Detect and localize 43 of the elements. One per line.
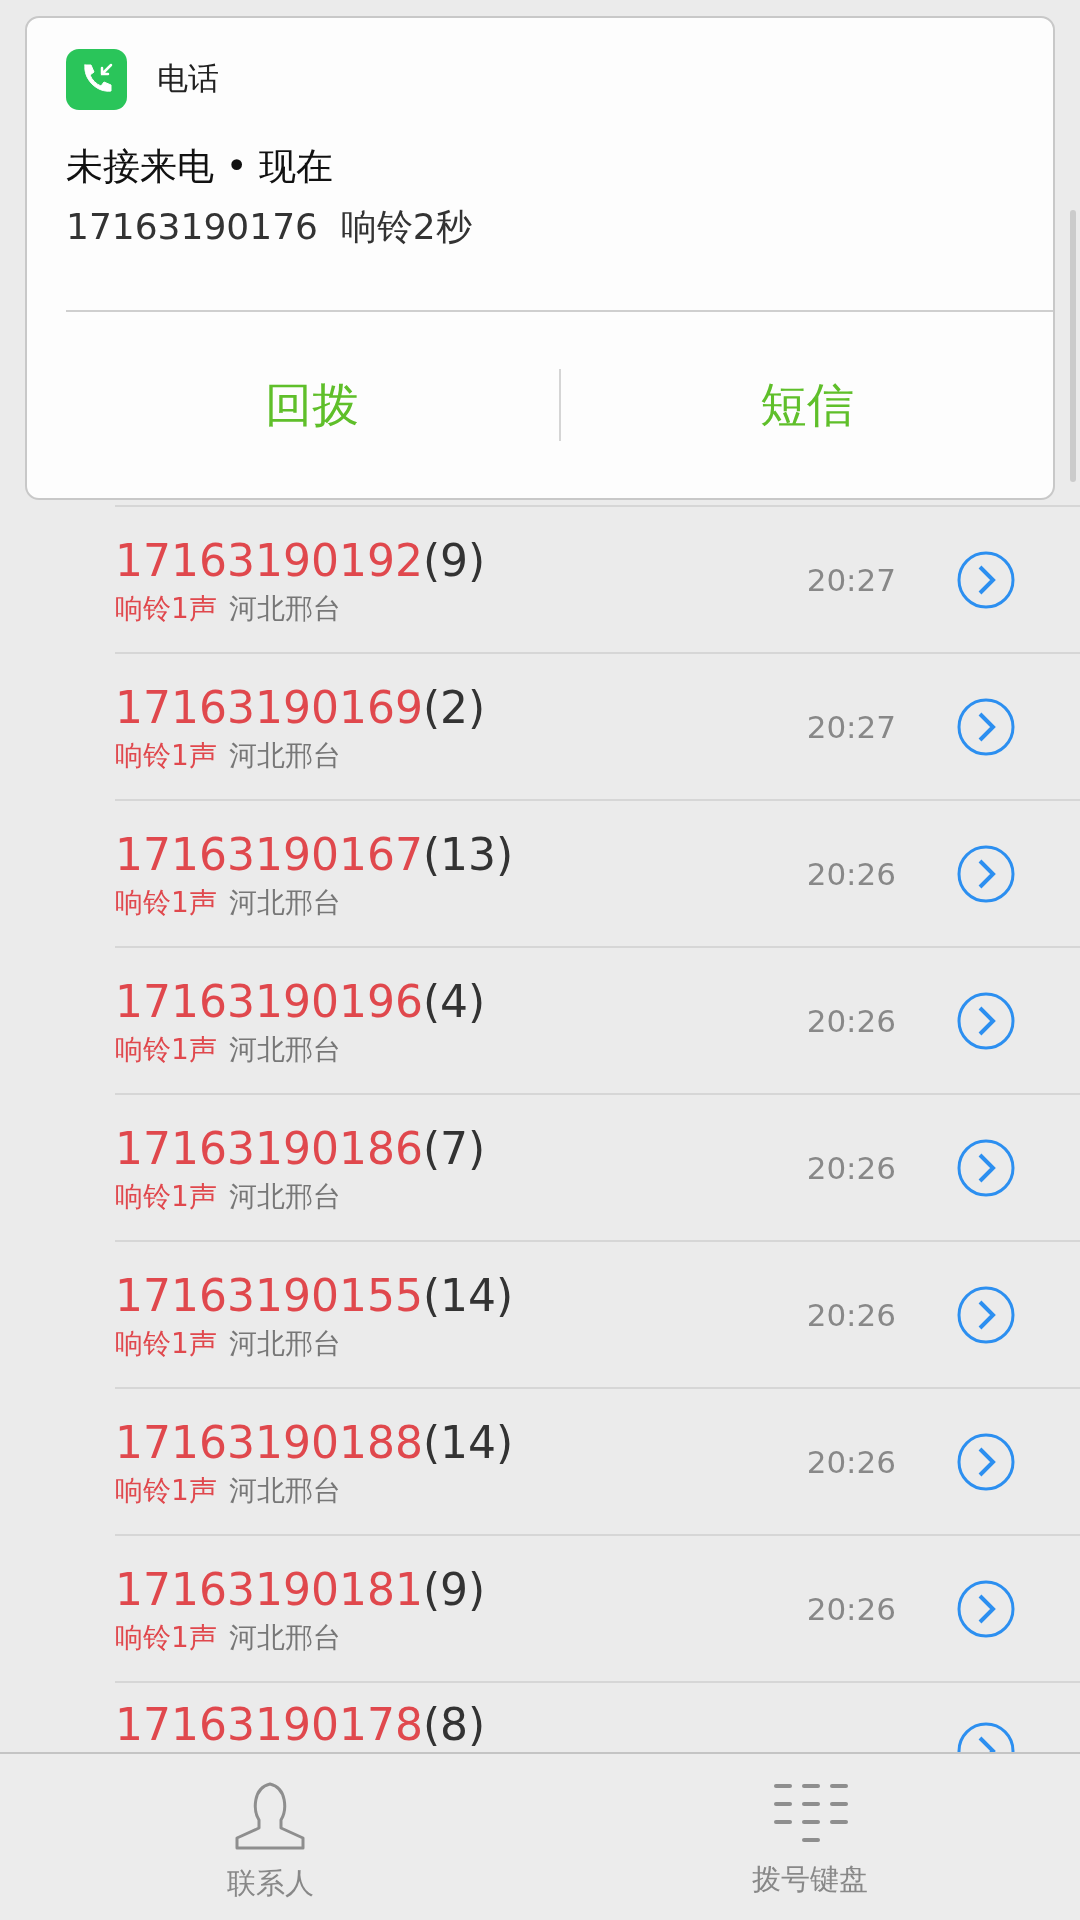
call-location: 河北邢台 — [228, 1031, 341, 1068]
notification-card[interactable]: 电话 未接来电 • 现在 17163190176 响铃2秒 回拨 短信 — [25, 16, 1055, 500]
call-location: 河北邢台 — [228, 590, 341, 627]
call-location: 河北邢台 — [228, 1325, 341, 1362]
call-time: 20:26 — [806, 1002, 896, 1039]
ring-status: 响铃1声 — [115, 1472, 217, 1509]
call-location: 河北邢台 — [228, 737, 341, 774]
phone-number: 17163190169(2) — [115, 680, 487, 735]
notification-action[interactable]: 短信 — [560, 365, 1053, 445]
ring-status: 响铃1声 — [115, 590, 217, 627]
ring-status: 响铃1声 — [115, 737, 217, 774]
call-time: 20:26 — [806, 1590, 896, 1627]
phone-app-icon — [66, 48, 127, 110]
phone-number: 17163190186(7) — [115, 1121, 487, 1176]
call-time: 20:26 — [806, 1443, 896, 1480]
ring-status: 响铃1声 — [115, 1325, 217, 1362]
ring-status: 响铃1声 — [115, 1178, 217, 1215]
notification-body: 17163190176 响铃2秒 — [66, 205, 472, 249]
call-time: 20:26 — [806, 1296, 896, 1333]
call-location: 河北邢台 — [228, 1619, 341, 1656]
phone-number: 17163190196(4) — [115, 974, 487, 1029]
call-location: 河北邢台 — [228, 1472, 341, 1509]
person-icon — [233, 1780, 307, 1852]
call-location: 河北邢台 — [228, 1178, 341, 1215]
call-time: 20:26 — [806, 1149, 896, 1186]
call-time: 20:27 — [806, 561, 896, 598]
phone-number: 17163190167(13) — [115, 827, 515, 882]
phone-number: 17163190188(14) — [115, 1415, 515, 1470]
tab-label[interactable]: 联系人 — [226, 1864, 314, 1904]
call-location: 河北邢台 — [228, 884, 341, 921]
call-time: 20:27 — [806, 708, 896, 745]
phone-number: 17163190181(9) — [115, 1562, 487, 1617]
phone-number: 17163190155(14) — [115, 1268, 515, 1323]
ring-status: 响铃1声 — [115, 1031, 217, 1068]
ring-status: 响铃1声 — [115, 1619, 217, 1656]
ring-status: 响铃1声 — [115, 884, 217, 921]
app-name: 电话 — [157, 59, 219, 98]
notification-title: 未接来电 • 现在 — [66, 144, 334, 190]
notification-action[interactable]: 回拨 — [66, 365, 559, 445]
tab-label[interactable]: 拨号键盘 — [752, 1860, 868, 1900]
phone-number: 17163190178(8) — [115, 1698, 487, 1752]
phone-number: 17163190192(9) — [115, 533, 487, 588]
call-time: 20:26 — [806, 855, 896, 892]
